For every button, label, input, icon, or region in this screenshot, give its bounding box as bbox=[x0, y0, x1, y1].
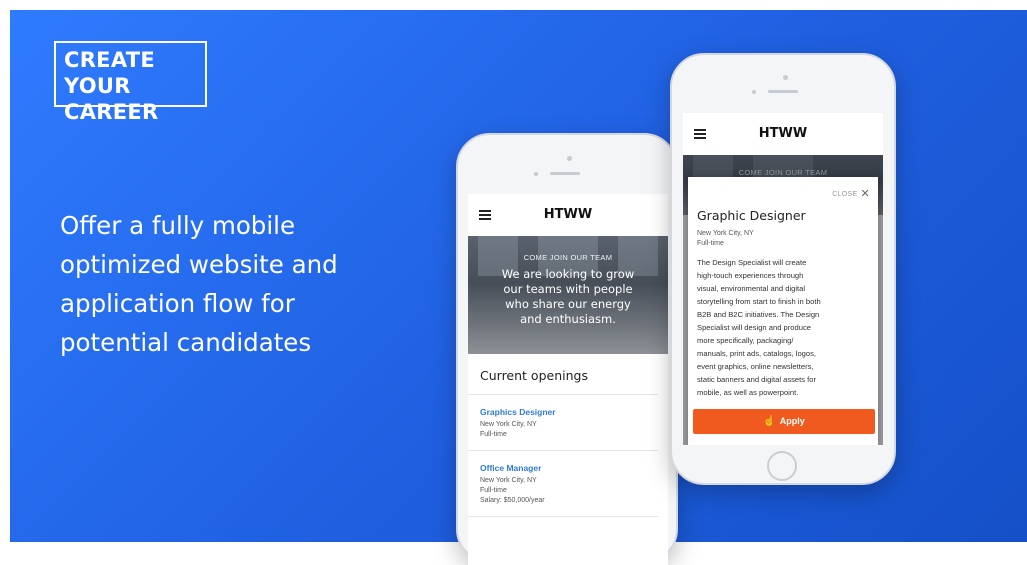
job-listing-item[interactable]: Graphics Designer New York City, NY Full… bbox=[468, 395, 658, 451]
job-detail-meta: New York City, NY Full-time bbox=[697, 229, 754, 249]
job-title-link[interactable]: Office Manager bbox=[480, 463, 646, 473]
description-line: Specialist will design and produce bbox=[697, 323, 811, 332]
hero-line: our teams with people bbox=[503, 282, 633, 296]
job-title-link[interactable]: Graphics Designer bbox=[480, 407, 646, 417]
front-camera-icon bbox=[567, 156, 572, 161]
app-title: HTWW bbox=[758, 126, 808, 141]
description-line: manuals, print ads, catalogs, logos, bbox=[697, 349, 817, 358]
description-line: more specifically, packaging/ bbox=[697, 336, 794, 345]
hero-line: and enthusiasm. bbox=[520, 312, 616, 326]
hero-message: We are looking to grow our teams with pe… bbox=[472, 267, 664, 327]
sensor-icon bbox=[534, 172, 538, 176]
logo-line-2: YOUR CAREER bbox=[64, 74, 159, 124]
description-line: static banners and digital assets for bbox=[697, 375, 817, 384]
job-location: New York City, NY bbox=[697, 230, 754, 237]
sensor-icon bbox=[752, 90, 756, 94]
hero-image: COME JOIN OUR TEAM We are looking to gro… bbox=[468, 236, 668, 354]
headline-line: Offer a fully mobile bbox=[60, 211, 296, 240]
job-description: The Design Specialist will create high-t… bbox=[697, 256, 875, 398]
job-location: New York City, NY bbox=[480, 421, 537, 428]
hero-tagline: COME JOIN OUR TEAM bbox=[523, 253, 613, 262]
close-icon[interactable]: ✕ bbox=[860, 188, 870, 200]
job-location: New York City, NY bbox=[480, 477, 537, 484]
job-detail-title: Graphic Designer bbox=[697, 208, 806, 223]
hero-line: who share our energy bbox=[505, 297, 631, 311]
description-line: storytelling from start to finish in bot… bbox=[697, 297, 821, 306]
headline: Offer a fully mobile optimized website a… bbox=[60, 206, 430, 362]
job-type: Full-time bbox=[697, 240, 724, 247]
apply-label: Apply bbox=[779, 416, 805, 426]
speaker-grille-icon bbox=[550, 172, 580, 175]
close-label: CLOSE bbox=[832, 191, 858, 198]
job-detail-modal: CLOSE ✕ Graphic Designer New York City, N… bbox=[688, 177, 878, 445]
create-your-career-logo: CREATE YOUR CAREER bbox=[54, 41, 207, 124]
openings-heading: Current openings bbox=[468, 354, 658, 395]
close-button[interactable]: CLOSE ✕ bbox=[832, 187, 870, 200]
app-header: HTWW bbox=[468, 194, 668, 236]
home-button bbox=[767, 451, 797, 481]
right-phone-screen: HTWW COME JOIN OUR TEAM CLOSE ✕ Graphic D… bbox=[683, 113, 883, 445]
description-line: B2B and B2C initiatives. The Design bbox=[697, 310, 820, 319]
job-salary: Salary: $50,000/year bbox=[480, 497, 545, 504]
headline-line: potential candidates bbox=[60, 328, 312, 357]
description-line: event graphics, online newsletters, bbox=[697, 362, 814, 371]
headline-line: optimized website and bbox=[60, 250, 338, 279]
app-title: HTWW bbox=[543, 207, 593, 222]
right-phone-mockup: HTWW COME JOIN OUR TEAM CLOSE ✕ Graphic D… bbox=[670, 53, 896, 485]
logo-line-1: CREATE bbox=[64, 48, 156, 72]
description-line: The Design Specialist will create bbox=[697, 258, 807, 267]
job-type: Full-time bbox=[480, 487, 507, 494]
hand-pointer-icon: ☝ bbox=[763, 416, 776, 427]
left-phone-mockup: HTWW COME JOIN OUR TEAM We are looking t… bbox=[456, 133, 678, 565]
job-listing-item[interactable]: Office Manager New York City, NY Full-ti… bbox=[468, 451, 658, 517]
description-line: high-touch experiences through bbox=[697, 271, 804, 280]
description-line: visual, environmental and digital bbox=[697, 284, 806, 293]
front-camera-icon bbox=[783, 75, 788, 80]
apply-button[interactable]: ☝ Apply bbox=[693, 409, 875, 434]
left-phone-screen: HTWW COME JOIN OUR TEAM We are looking t… bbox=[468, 194, 668, 565]
hero-line: We are looking to grow bbox=[501, 267, 635, 281]
job-type: Full-time bbox=[480, 431, 507, 438]
app-header: HTWW bbox=[683, 113, 883, 155]
headline-line: application flow for bbox=[60, 289, 295, 318]
description-line: mobile, as well as powerpoint. bbox=[697, 388, 799, 397]
speaker-grille-icon bbox=[768, 90, 798, 93]
